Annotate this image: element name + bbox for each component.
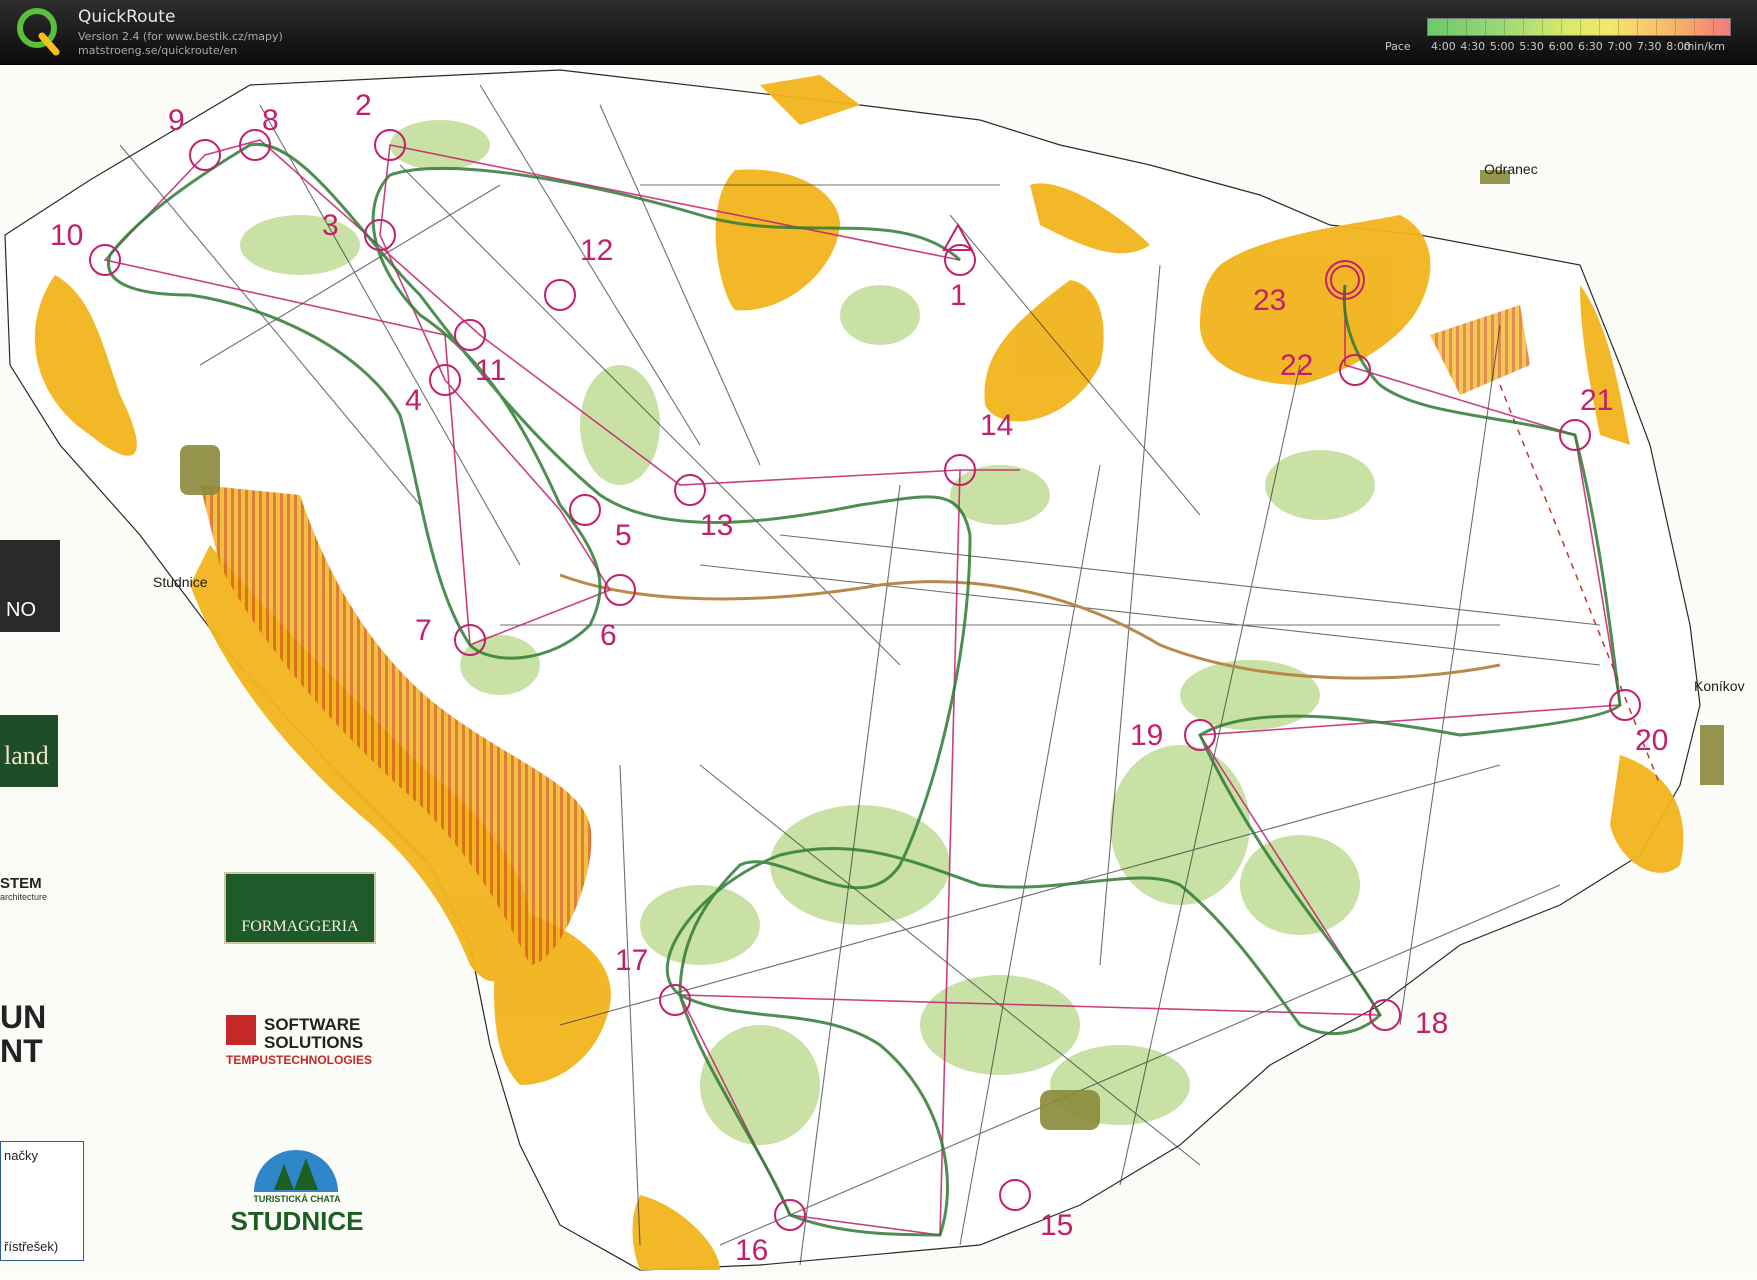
edge-ad-un-text: UN [0,999,47,1035]
edge-ad-nt-text: NT [0,1033,43,1069]
app-title: QuickRoute [78,7,176,27]
control-label-14: 14 [980,409,1013,442]
control-label-3: 3 [322,209,339,242]
pace-label: Pace [1385,40,1411,53]
control-label-19: 19 [1130,719,1163,752]
pace-tick: 6:30 [1578,40,1603,53]
place-name-odranec: Odranec [1484,161,1538,177]
formaggeria-logo: FORMAGGERIA [224,872,376,944]
pace-tick: 6:00 [1548,40,1574,53]
software-text: SOFTWARE [264,1015,361,1034]
control-label-11: 11 [475,354,506,387]
map-canvas[interactable]: 1 2 3 4 5 6 7 8 9 10 11 12 13 14 15 16 1… [0,65,1757,1276]
pace-tick: 4:00 [1431,40,1456,53]
edge-ad-land-text: land [4,741,49,770]
studnice-big-text: STUDNICE [230,1206,364,1236]
control-label-12: 12 [580,234,613,267]
pace-tick: 5:30 [1519,40,1544,53]
pace-color-scale [1427,18,1731,36]
edge-ad-stem-text: STEM [0,875,42,892]
tempus-text: TEMPUSTECHNOLOGIES [226,1053,373,1067]
control-label-21: 21 [1580,384,1613,417]
pace-tick: 7:30 [1636,40,1662,53]
control-label-5: 5 [615,519,632,552]
control-label-9: 9 [168,104,185,137]
control-label-2: 2 [355,89,372,122]
studnice-chata-logo: TURISTICKÁ CHATA STUDNICE [222,1150,372,1240]
control-label-8: 8 [262,104,279,137]
legend-text-bottom: řístřešek) [4,1239,59,1254]
edge-ad-dark: NO [0,540,60,632]
control-label-15: 15 [1040,1209,1073,1242]
control-label-18: 18 [1415,1007,1448,1040]
quickroute-logo-icon [17,8,60,56]
pace-unit: min/km [1683,40,1725,53]
edge-ad-stem: STEM architecture [0,875,60,915]
legend-text-top: načky [4,1148,38,1163]
software-solutions-logo: SOFTWARE SOLUTIONS TEMPUSTECHNOLOGIES [226,1015,376,1070]
control-label-23: 23 [1253,284,1286,317]
pace-tick: 7:00 [1607,40,1633,53]
pace-tick: 5:00 [1489,40,1515,53]
app-url[interactable]: matstroeng.se/quickroute/en [78,44,237,57]
app-version: Version 2.4 (for www.bestik.cz/mapy) [78,30,283,43]
studnice-small-text: TURISTICKÁ CHATA [253,1194,341,1204]
edge-ad-no-text: NO [6,599,36,621]
control-label-16: 16 [735,1234,768,1267]
place-name-studnice: Studnice [153,574,208,590]
control-label-6: 6 [600,619,617,652]
control-label-1: 1 [950,279,967,312]
pace-tick: 4:30 [1460,40,1486,53]
pace-ticks: 4:00 4:30 5:00 5:30 6:00 6:30 7:00 7:30 … [1431,40,1691,53]
edge-ad-stem-sub: architecture [0,892,48,902]
control-label-4: 4 [405,384,422,417]
place-name-konikov: Koníkov [1694,678,1745,694]
formaggeria-text: FORMAGGERIA [241,918,359,935]
control-label-10: 10 [50,219,83,252]
control-label-20: 20 [1635,724,1668,757]
control-label-17: 17 [615,944,648,977]
orienteering-map[interactable]: 1 2 3 4 5 6 7 8 9 10 11 12 13 14 15 16 1… [0,65,1757,1276]
solutions-text: SOLUTIONS [264,1033,364,1052]
edge-ad-green: land [0,715,58,787]
control-label-22: 22 [1280,349,1313,382]
pace-legend: Pace 4:00 4:30 5:00 5:30 6:00 6:30 7:00 … [1385,18,1731,56]
edge-ad-event: UN NT [0,1000,60,1080]
title-bar: QuickRoute Version 2.4 (for www.bestik.c… [0,0,1757,65]
control-label-13: 13 [700,509,733,542]
control-label-7: 7 [415,614,432,647]
map-legend-box: načky řístřešek) [0,1141,84,1261]
